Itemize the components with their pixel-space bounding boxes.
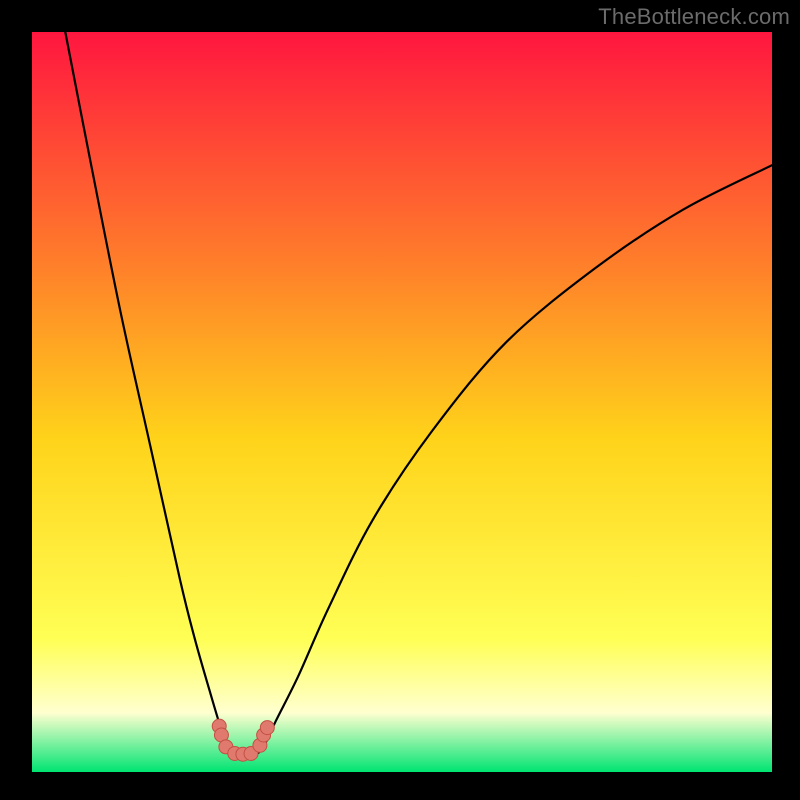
series-curve-left <box>65 32 232 753</box>
watermark-text: TheBottleneck.com <box>598 4 790 30</box>
marker-right-cluster-8 <box>260 721 274 735</box>
chart-frame: TheBottleneck.com <box>0 0 800 800</box>
curve-layer <box>32 32 772 772</box>
plot-area <box>32 32 772 772</box>
series-curve-right <box>258 165 772 753</box>
